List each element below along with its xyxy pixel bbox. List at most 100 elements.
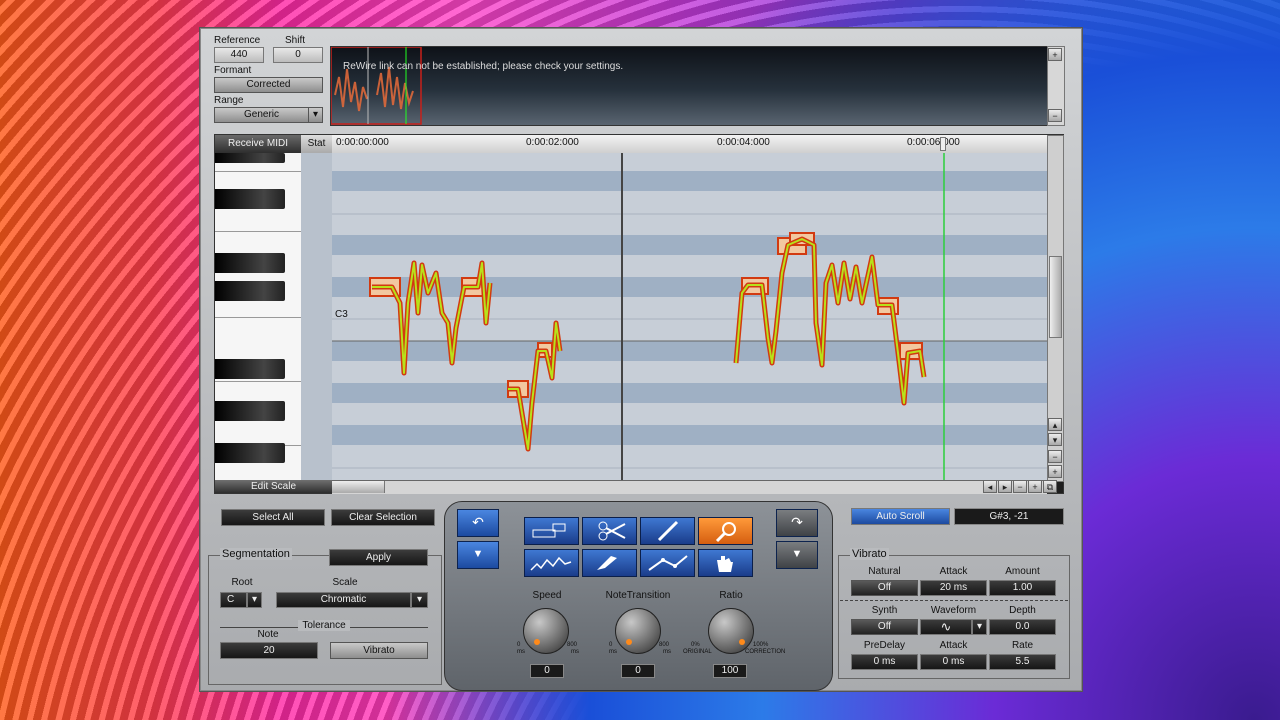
- black-key[interactable]: [215, 359, 285, 379]
- predelay-label: PreDelay: [863, 640, 906, 651]
- hzoom-out-icon[interactable]: −: [1013, 480, 1027, 493]
- pitch-vscrollbar[interactable]: ▴ ▾ − +: [1047, 135, 1064, 482]
- black-key[interactable]: [215, 153, 285, 163]
- scale-dropdown-icon[interactable]: ▾: [411, 592, 428, 608]
- shift-field[interactable]: 0: [273, 47, 323, 63]
- scroll-left-icon[interactable]: ◂: [983, 480, 997, 493]
- key-divider: [215, 231, 301, 232]
- vzoom-in-icon[interactable]: +: [1048, 465, 1062, 478]
- shift-label: Shift: [285, 35, 306, 46]
- select-all-button[interactable]: Select All: [221, 509, 325, 526]
- root-select[interactable]: C: [220, 592, 247, 608]
- fit-view-icon[interactable]: ⧉: [1043, 480, 1057, 493]
- redo-icon[interactable]: ↷: [776, 509, 818, 537]
- hscroll-thumb[interactable]: [332, 481, 385, 493]
- transition-min: 0: [609, 642, 613, 648]
- synth-attack-field[interactable]: 0 ms: [920, 654, 987, 670]
- black-key[interactable]: [215, 401, 285, 421]
- pencil-tool-icon[interactable]: [640, 517, 695, 545]
- playhead-marker[interactable]: [940, 137, 946, 151]
- note-transition-value[interactable]: 0: [621, 664, 655, 678]
- root-label: Root: [231, 577, 253, 588]
- black-key[interactable]: [215, 281, 285, 301]
- black-key[interactable]: [215, 189, 285, 209]
- scroll-down-icon[interactable]: ▾: [1048, 433, 1062, 446]
- note-label-c3: C3: [335, 309, 348, 320]
- transition-max: 800: [659, 642, 670, 648]
- timeline-ruler[interactable]: 0:00:00:000 0:00:02:000 0:00:04:000 0:00…: [332, 135, 1047, 154]
- formant-label: Formant: [214, 65, 252, 76]
- pitch-hscrollbar[interactable]: [332, 480, 1047, 494]
- synth-toggle[interactable]: Off: [851, 619, 918, 635]
- reference-field[interactable]: 440: [214, 47, 264, 63]
- speed-label: Speed: [532, 590, 562, 601]
- scissors-tool-icon[interactable]: [582, 517, 637, 545]
- waveform-label: Waveform: [930, 605, 977, 616]
- hzoom-in-icon[interactable]: +: [1028, 480, 1042, 493]
- time-mark-6: 0:00:06:000: [907, 137, 960, 148]
- depth-field[interactable]: 0.0: [989, 619, 1056, 635]
- scroll-right-icon[interactable]: ▸: [998, 480, 1012, 493]
- zoom-out-icon[interactable]: −: [1048, 109, 1062, 122]
- receive-midi-button[interactable]: Receive MIDI: [215, 135, 301, 153]
- tolerance-note-field[interactable]: 20: [220, 642, 318, 659]
- note-transition-label: NoteTransition: [605, 590, 671, 601]
- line-tool-icon[interactable]: [640, 549, 695, 577]
- note-transition-knob-indicator: [626, 639, 632, 645]
- speed-knob[interactable]: [523, 608, 569, 654]
- waveform-select[interactable]: ∿: [920, 619, 972, 635]
- tolerance-vibrato-button[interactable]: Vibrato: [330, 642, 428, 659]
- note-transition-knob[interactable]: [615, 608, 661, 654]
- amount-label: Amount: [1005, 566, 1040, 577]
- auto-scroll-button[interactable]: Auto Scroll: [851, 508, 950, 525]
- predelay-field[interactable]: 0 ms: [851, 654, 918, 670]
- range-select[interactable]: Generic: [214, 107, 309, 123]
- waveform-dropdown-icon[interactable]: ▾: [972, 619, 987, 635]
- pitch-editor[interactable]: Receive MIDI Stat 0:00:00:000 0:00:02:00…: [214, 134, 1064, 494]
- ratio-knob[interactable]: [708, 608, 754, 654]
- natural-toggle[interactable]: Off: [851, 580, 918, 596]
- pitch-draw-tool-icon[interactable]: [582, 549, 637, 577]
- undo-icon[interactable]: ↶: [457, 509, 499, 537]
- speed-min-unit: ms: [517, 649, 525, 655]
- curve-edit-tool-icon[interactable]: [524, 549, 579, 577]
- scale-select[interactable]: Chromatic: [276, 592, 411, 608]
- natural-label: Natural: [868, 566, 901, 577]
- ratio-label: Ratio: [719, 590, 743, 601]
- ratio-value[interactable]: 100: [713, 664, 747, 678]
- black-key[interactable]: [215, 253, 285, 273]
- vscroll-thumb[interactable]: [1049, 256, 1062, 338]
- transition-max-unit: ms: [663, 649, 671, 655]
- piano-keyboard[interactable]: [215, 153, 301, 480]
- stat-column: [301, 153, 332, 480]
- speed-value[interactable]: 0: [530, 664, 564, 678]
- rate-field[interactable]: 5.5: [989, 654, 1056, 670]
- apply-button[interactable]: Apply: [329, 549, 428, 566]
- key-divider: [215, 171, 301, 172]
- correction-panel: Speed 0 ms 800 ms 0 NoteTransition 0 ms …: [444, 501, 833, 691]
- edit-scale-button[interactable]: Edit Scale: [215, 480, 332, 493]
- ratio-knob-indicator: [739, 639, 745, 645]
- rate-label: Rate: [1011, 640, 1034, 651]
- note-select-tool-icon[interactable]: [524, 517, 579, 545]
- amount-field[interactable]: 1.00: [989, 580, 1056, 596]
- scroll-up-icon[interactable]: ▴: [1048, 418, 1062, 431]
- attack-field[interactable]: 20 ms: [920, 580, 987, 596]
- pitch-readout: G#3, -21: [954, 508, 1064, 525]
- magnifier-tool-icon[interactable]: [698, 517, 753, 545]
- range-dropdown-icon[interactable]: ▾: [308, 107, 323, 123]
- redo-history-dropdown-icon[interactable]: ▼: [776, 541, 818, 569]
- tolerance-note-label: Note: [257, 629, 279, 640]
- formant-button[interactable]: Corrected: [214, 77, 323, 93]
- black-key[interactable]: [215, 443, 285, 463]
- vzoom-out-icon[interactable]: −: [1048, 450, 1062, 463]
- depth-label: Depth: [1009, 605, 1036, 616]
- waveform-overview[interactable]: ReWire link can not be established; plea…: [330, 46, 1048, 126]
- root-dropdown-icon[interactable]: ▾: [247, 592, 262, 608]
- ratio-max-sub: CORRECTION: [745, 649, 786, 655]
- hand-tool-icon[interactable]: [698, 549, 753, 577]
- clear-selection-button[interactable]: Clear Selection: [331, 509, 435, 526]
- undo-history-dropdown-icon[interactable]: ▼: [457, 541, 499, 569]
- pitch-grid[interactable]: C3: [332, 153, 1047, 480]
- zoom-in-icon[interactable]: +: [1048, 48, 1062, 61]
